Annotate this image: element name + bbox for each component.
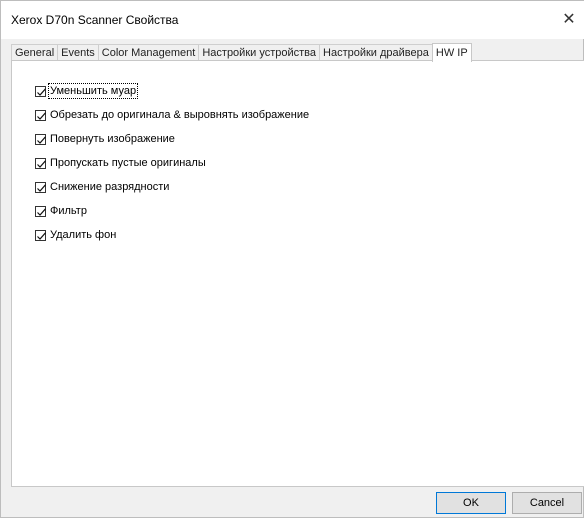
hw-ip-panel: Уменьшить муар Обрезать до оригинала & в… xyxy=(11,60,584,487)
window-title: Xerox D70n Scanner Свойства xyxy=(11,13,179,27)
tab-device-settings[interactable]: Настройки устройства xyxy=(198,44,321,61)
tab-general[interactable]: General xyxy=(11,44,59,61)
checkbox-checked-icon[interactable] xyxy=(35,133,46,145)
cancel-button[interactable]: Cancel xyxy=(512,492,582,514)
checkbox-checked-icon[interactable] xyxy=(35,229,46,241)
checkbox-checked-icon[interactable] xyxy=(35,157,46,169)
option-label: Фильтр xyxy=(50,205,87,217)
checkbox-checked-icon[interactable] xyxy=(35,181,46,193)
tab-strip: General Events Color Management Настройк… xyxy=(11,43,472,62)
option-label: Снижение разрядности xyxy=(50,181,170,193)
ok-button[interactable]: OK xyxy=(436,492,506,514)
option-crop-deskew[interactable]: Обрезать до оригинала & выровнять изобра… xyxy=(35,103,309,127)
tab-color-management[interactable]: Color Management xyxy=(97,44,200,61)
checkbox-checked-icon[interactable] xyxy=(35,109,46,121)
option-remove-background[interactable]: Удалить фон xyxy=(35,223,309,247)
option-skip-blank[interactable]: Пропускать пустые оригиналы xyxy=(35,151,309,175)
tab-hw-ip[interactable]: HW IP xyxy=(431,43,472,62)
checkbox-checked-icon[interactable] xyxy=(35,85,46,97)
option-rotate-image[interactable]: Повернуть изображение xyxy=(35,127,309,151)
option-label: Пропускать пустые оригиналы xyxy=(50,157,206,169)
checkbox-checked-icon[interactable] xyxy=(35,205,46,217)
option-label: Уменьшить муар xyxy=(47,83,139,99)
tab-driver-settings[interactable]: Настройки драйвера xyxy=(319,44,433,61)
title-bar: Xerox D70n Scanner Свойства ✕ xyxy=(1,1,584,39)
option-label: Удалить фон xyxy=(50,229,117,241)
option-filter[interactable]: Фильтр xyxy=(35,199,309,223)
close-icon[interactable]: ✕ xyxy=(554,1,584,37)
tab-events[interactable]: Events xyxy=(57,44,99,61)
options-list: Уменьшить муар Обрезать до оригинала & в… xyxy=(35,79,309,247)
option-reduce-moire[interactable]: Уменьшить муар xyxy=(35,79,309,103)
properties-dialog: Xerox D70n Scanner Свойства ✕ General Ev… xyxy=(0,0,584,518)
option-label: Обрезать до оригинала & выровнять изобра… xyxy=(50,109,310,121)
option-label: Повернуть изображение xyxy=(50,133,175,145)
option-bit-depth-reduction[interactable]: Снижение разрядности xyxy=(35,175,309,199)
